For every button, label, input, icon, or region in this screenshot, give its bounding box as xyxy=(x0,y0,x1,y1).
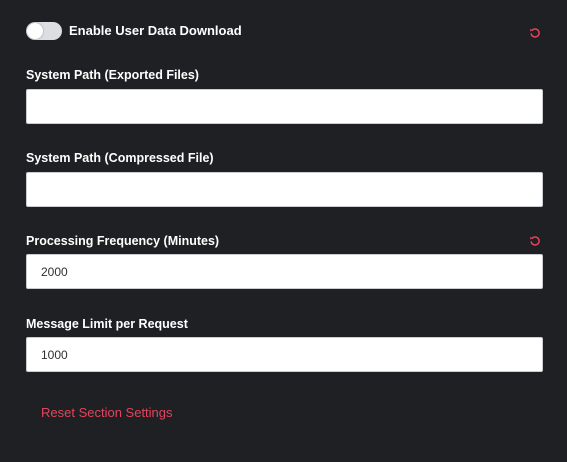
compressed-file-path-input[interactable] xyxy=(26,172,543,207)
enable-download-label: Enable User Data Download xyxy=(69,23,242,38)
message-limit-input[interactable] xyxy=(26,337,543,372)
settings-panel: Enable User Data Download System Path (E… xyxy=(0,0,567,462)
exported-files-path-label: System Path (Exported Files) xyxy=(26,68,199,82)
processing-frequency-label: Processing Frequency (Minutes) xyxy=(26,234,220,248)
message-limit-label: Message Limit per Request xyxy=(26,317,188,331)
reset-section-settings-button[interactable]: Reset Section Settings xyxy=(41,405,173,420)
exported-files-path-input[interactable] xyxy=(26,89,543,124)
reset-icon[interactable] xyxy=(529,27,541,39)
enable-download-toggle[interactable] xyxy=(26,22,62,40)
compressed-file-path-label: System Path (Compressed File) xyxy=(26,151,214,165)
reset-icon[interactable] xyxy=(529,235,541,247)
processing-frequency-input[interactable] xyxy=(26,254,543,289)
toggle-knob xyxy=(27,23,43,39)
enable-download-row: Enable User Data Download xyxy=(26,21,542,41)
